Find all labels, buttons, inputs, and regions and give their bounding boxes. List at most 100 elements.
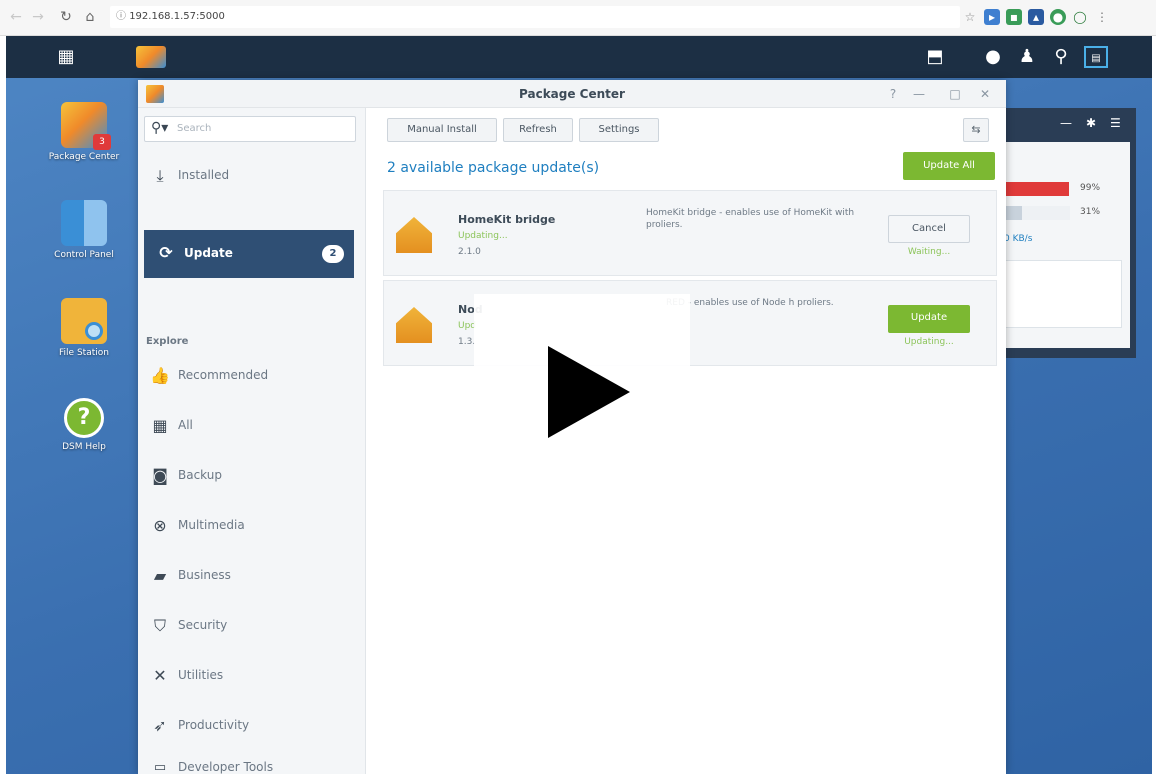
download-icon: ⤓ [156,166,164,185]
view-toggle-icon[interactable]: ⇆ [963,118,989,142]
control-panel-icon [61,200,107,246]
menu-dots-icon[interactable]: ⋮ [1094,9,1110,25]
upload-icon[interactable]: ⬒ [924,46,946,68]
sidebar-item-label: Productivity [178,718,250,732]
network-speed: 0 KB/s [1004,234,1033,244]
extension-icon[interactable]: ▴ [1028,9,1044,25]
extension-icon[interactable]: ▸ [984,9,1000,25]
cpu-percent: 99% [1080,183,1101,193]
video-overlay[interactable] [474,294,690,464]
package-center-task-icon[interactable] [136,46,166,68]
sidebar-item-label: Backup [178,468,222,482]
sidebar-item-installed[interactable]: ⤓ Installed [138,156,354,196]
resource-monitor-widget: — ✱ ☰ 99% 31% 0 KB/s [1000,108,1136,358]
widget-body: 99% 31% 0 KB/s [1000,142,1130,348]
extension-icon[interactable]: ● [1050,9,1066,25]
address-bar[interactable]: ⓘ 192.168.1.57:5000 [110,6,960,28]
main-menu-icon[interactable]: ▦ [54,46,78,68]
package-name: HomeKit bridge [458,213,556,226]
star-icon[interactable]: ☆ [962,9,978,25]
package-row[interactable]: HomeKit bridge Updating... 2.1.0 HomeKit… [383,190,997,276]
search-icon[interactable]: ⚲ [1050,46,1072,68]
sidebar-item-business[interactable]: ▰ Business [138,556,354,596]
shield-icon: ⛉ [153,616,166,635]
back-arrow-icon[interactable]: ← [8,8,24,26]
update-count-badge: 2 [322,245,344,263]
sidebar-item-label: All [178,418,193,432]
widget-menu-icon[interactable]: ☰ [1110,116,1121,130]
thumbs-up-icon: 👍 [150,366,170,385]
search-input[interactable]: ⚲▾ Search [144,116,356,142]
sidebar-item-multimedia[interactable]: ⊗ Multimedia [138,506,354,546]
refresh-button[interactable]: Refresh [503,118,573,142]
explore-header: Explore [146,336,189,347]
widgets-icon[interactable]: ▤ [1084,46,1108,68]
help-icon: ? [64,398,104,438]
ram-bar [1000,206,1070,220]
desktop-icon-file-station[interactable]: File Station [44,298,124,359]
sidebar: ⚲▾ Search ⤓ Installed ⟳ Update 2 Explore… [138,108,366,774]
pin-icon[interactable]: ✱ [1086,116,1096,130]
sidebar-item-label: Multimedia [178,518,245,532]
notification-badge: 3 [93,134,111,150]
minimize-icon[interactable]: — [1060,116,1072,130]
package-action-status: Updating... [904,337,954,347]
cpu-bar-fill [1000,182,1070,196]
package-status: Updating... [458,231,508,241]
sidebar-item-all[interactable]: ▦ All [138,406,354,446]
info-icon: ⓘ [116,11,130,22]
chat-icon[interactable]: ● [982,46,1004,68]
sidebar-item-update[interactable]: ⟳ Update 2 [144,230,354,278]
package-description: RED - enables use of Node h proliers. [666,298,834,308]
sidebar-item-label: Update [184,246,233,260]
help-button[interactable]: ? [886,87,900,101]
desktop-icon-label: Control Panel [54,250,114,260]
package-description: HomeKit bridge - enables use of HomeKit … [646,208,855,230]
desktop-icon-package-center[interactable]: 3 Package Center [44,102,124,163]
package-version: 2.1.0 [458,247,481,257]
maximize-button[interactable]: □ [948,87,962,101]
sidebar-item-utilities[interactable]: ✕ Utilities [138,656,354,696]
search-placeholder: Search [177,123,212,134]
user-icon[interactable]: ♟ [1016,46,1038,68]
desktop-icon-label: DSM Help [62,442,106,452]
sidebar-item-recommended[interactable]: 👍 Recommended [138,356,354,396]
cpu-bar [1000,182,1070,196]
desktop-icon-control-panel[interactable]: Control Panel [44,200,124,261]
minimize-button[interactable]: — [912,87,926,101]
folder-icon [61,298,107,344]
rocket-icon: ➶ [153,716,167,735]
forward-arrow-icon[interactable]: → [30,8,46,26]
terminal-icon: ▭ [153,760,167,774]
package-action-status: Waiting... [907,247,951,257]
sidebar-item-backup[interactable]: ◙ Backup [138,456,354,496]
window-titlebar[interactable]: Package Center ? — □ ✕ [138,80,1006,108]
cancel-button[interactable]: Cancel [888,215,970,243]
taskbar: ▦ ⬒ ● ♟ ⚲ ▤ [6,36,1152,78]
update-all-button[interactable]: Update All [903,152,995,180]
sidebar-item-developer-tools[interactable]: ▭ Developer Tools [138,748,354,774]
sidebar-item-label: Installed [178,168,230,182]
play-icon[interactable] [474,294,690,464]
manual-install-button[interactable]: Manual Install [387,118,497,142]
sidebar-item-security[interactable]: ⛉ Security [138,606,354,646]
backup-icon: ◙ [152,466,168,485]
update-button[interactable]: Update [888,305,970,333]
address-url: 192.168.1.57:5000 [129,11,225,22]
tools-icon: ✕ [153,666,167,685]
home-icon[interactable]: ⌂ [82,8,98,26]
extension-icon[interactable]: ◯ [1072,9,1088,25]
package-center-icon: 3 [61,102,111,150]
reload-icon[interactable]: ↻ [58,8,74,26]
sidebar-item-label: Recommended [178,368,269,382]
available-updates-text: 2 available package update(s) [387,160,600,176]
desktop-icon-label: File Station [59,348,109,358]
window-title: Package Center [519,87,625,101]
extension-icon[interactable]: ▪ [1006,9,1022,25]
sidebar-item-productivity[interactable]: ➶ Productivity [138,706,354,746]
desktop-icon-dsm-help[interactable]: ? DSM Help [44,398,124,453]
close-button[interactable]: ✕ [978,87,992,101]
sidebar-item-label: Developer Tools [178,760,274,774]
settings-button[interactable]: Settings [579,118,659,142]
sidebar-item-label: Utilities [178,668,224,682]
